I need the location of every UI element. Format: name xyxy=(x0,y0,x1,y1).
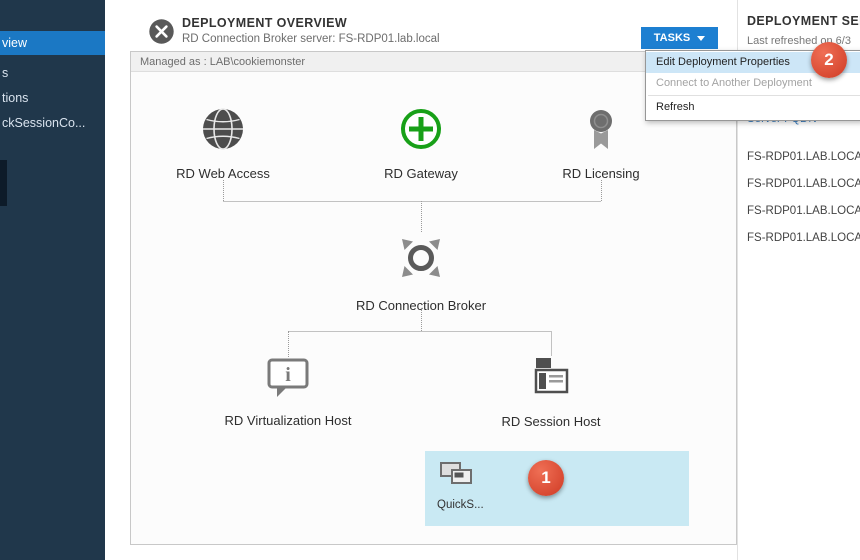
menu-item-refresh[interactable]: Refresh xyxy=(646,97,860,118)
node-rd-connection-broker: RD Connection Broker xyxy=(336,232,506,313)
sidebar-item-quicksessioncollection[interactable]: ckSessionCo... xyxy=(0,112,105,134)
rd-web-access-icon[interactable] xyxy=(200,106,246,157)
deployment-servers-title: DEPLOYMENT SERVERS xyxy=(747,14,860,28)
rd-virtualization-host-label: RD Virtualization Host xyxy=(225,413,352,428)
rd-virtualization-host-icon[interactable]: i xyxy=(266,357,310,404)
main-content: DEPLOYMENT OVERVIEW RD Connection Broker… xyxy=(105,0,860,560)
menu-divider xyxy=(648,95,860,96)
server-row[interactable]: FS-RDP01.LAB.LOCAL xyxy=(747,201,860,221)
tasks-button[interactable]: TASKS xyxy=(641,27,718,49)
rd-web-access-label: RD Web Access xyxy=(176,166,270,181)
server-row[interactable]: FS-RDP01.LAB.LOCAL xyxy=(747,228,860,248)
rd-gateway-label: RD Gateway xyxy=(384,166,458,181)
deployment-diagram-panel: Managed as : LAB\cookiemonster RD Web Ac… xyxy=(130,51,737,545)
sidebar-item-collections[interactable]: tions xyxy=(0,87,105,109)
session-collection-icon xyxy=(439,461,475,494)
sidebar: view s tions ckSessionCo... xyxy=(0,0,105,560)
node-rd-virtualization-host: i RD Virtualization Host xyxy=(203,357,373,428)
session-collection-label: QuickS... xyxy=(437,499,484,511)
connector-line xyxy=(223,201,601,202)
rd-connection-broker-icon[interactable] xyxy=(395,232,447,289)
connector-line xyxy=(223,180,224,201)
page-title: DEPLOYMENT OVERVIEW xyxy=(182,16,347,30)
rd-gateway-add-icon[interactable] xyxy=(398,106,444,157)
sidebar-scroll-indicator xyxy=(0,160,7,206)
server-row[interactable]: FS-RDP01.LAB.LOCAL xyxy=(747,147,860,167)
connector-line xyxy=(288,331,551,332)
page-subtitle: RD Connection Broker server: FS-RDP01.la… xyxy=(182,33,440,45)
connector-line xyxy=(421,201,422,232)
rd-session-host-icon[interactable] xyxy=(528,356,574,405)
rd-licensing-icon[interactable] xyxy=(581,106,621,157)
connector-line xyxy=(551,331,552,356)
chevron-down-icon xyxy=(697,36,705,41)
svg-text:i: i xyxy=(285,364,291,386)
node-rd-gateway: RD Gateway xyxy=(336,106,506,181)
connector-line xyxy=(288,331,289,357)
tasks-button-label: TASKS xyxy=(654,32,690,44)
deployment-overview-icon xyxy=(148,18,175,45)
server-row[interactable]: FS-RDP01.LAB.LOCAL xyxy=(747,174,860,194)
connector-line xyxy=(421,308,422,331)
rd-licensing-label: RD Licensing xyxy=(562,166,639,181)
annotation-badge-1: 1 xyxy=(528,460,564,496)
rd-session-host-label: RD Session Host xyxy=(502,414,601,429)
node-rd-web-access: RD Web Access xyxy=(138,106,308,181)
sidebar-item-overview[interactable]: view xyxy=(0,31,105,55)
annotation-badge-2: 2 xyxy=(811,42,847,78)
node-rd-session-host: RD Session Host xyxy=(466,356,636,429)
connector-line xyxy=(601,180,602,201)
sidebar-item-servers[interactable]: s xyxy=(0,62,105,84)
